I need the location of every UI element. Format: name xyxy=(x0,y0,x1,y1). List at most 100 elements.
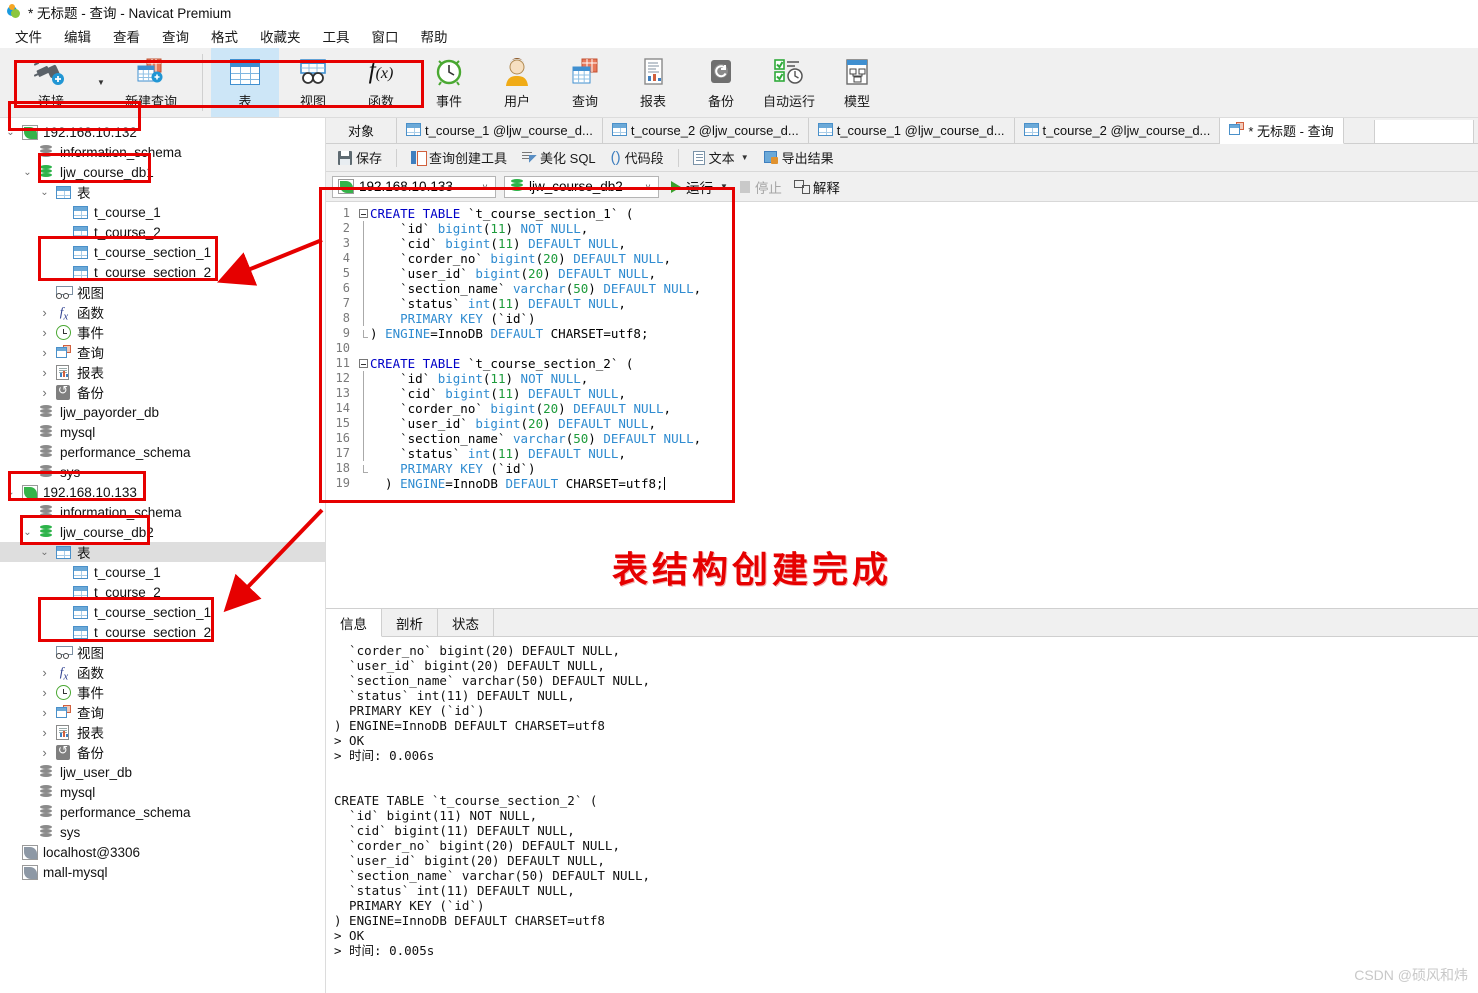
chevron-right-icon[interactable]: › xyxy=(38,725,51,740)
tree-item-information_schema[interactable]: information_schema xyxy=(0,142,325,162)
toolbar-new-query-button[interactable]: 新建查询 xyxy=(108,48,194,117)
chevron-down-icon[interactable]: ˅ xyxy=(640,182,656,192)
sql-line[interactable]: 6 `section_name` varchar(50) DEFAULT NUL… xyxy=(326,281,1478,296)
menu-item-1[interactable]: 编辑 xyxy=(53,24,102,48)
chevron-down-icon[interactable]: ⌄ xyxy=(38,187,51,198)
explain-button[interactable]: 解释 xyxy=(793,177,840,197)
sql-line[interactable]: 15 `user_id` bigint(20) DEFAULT NULL, xyxy=(326,416,1478,431)
tree-item-[interactable]: › 备份 xyxy=(0,742,325,762)
sql-line[interactable]: 3 `cid` bigint(11) DEFAULT NULL, xyxy=(326,236,1478,251)
tree-item-sys[interactable]: sys xyxy=(0,822,325,842)
tab-1[interactable]: t_course_2 @ljw_course_d... xyxy=(603,118,809,143)
toolbar-user-button[interactable]: 用户 xyxy=(483,48,551,117)
tree-item-information_schema[interactable]: information_schema xyxy=(0,502,325,522)
sql-line[interactable]: 12 `id` bigint(11) NOT NULL, xyxy=(326,371,1478,386)
tree-item-localhost3306[interactable]: localhost@3306 xyxy=(0,842,325,862)
chevron-right-icon[interactable]: › xyxy=(38,305,51,320)
editor-tab-bar[interactable]: 对象 t_course_1 @ljw_course_d... t_course_2 … xyxy=(326,118,1478,144)
tree-item-[interactable]: › 报表 xyxy=(0,362,325,382)
sql-line[interactable]: 5 `user_id` bigint(20) DEFAULT NULL, xyxy=(326,266,1478,281)
menu-item-6[interactable]: 工具 xyxy=(312,24,361,48)
tree-item-performance_schema[interactable]: performance_schema xyxy=(0,442,325,462)
tab-bar-overflow[interactable] xyxy=(1374,120,1474,143)
results-tab-2[interactable]: 状态 xyxy=(438,609,494,636)
toolbar-event-clock-button[interactable]: 事件 xyxy=(415,48,483,117)
tree-item-[interactable]: › 备份 xyxy=(0,382,325,402)
tree-item-t_course_2[interactable]: t_course_2 xyxy=(0,582,325,602)
tree-item-t_course_section_2[interactable]: t_course_section_2 xyxy=(0,262,325,282)
tree-item-t_course_section_2[interactable]: t_course_section_2 xyxy=(0,622,325,642)
tree-item-[interactable]: › fx 函数 xyxy=(0,662,325,683)
run-button[interactable]: 运行 ▼ xyxy=(671,177,728,197)
sql-line[interactable]: 17 `status` int(11) DEFAULT NULL, xyxy=(326,446,1478,461)
chevron-right-icon[interactable]: › xyxy=(38,665,51,680)
results-message-output[interactable]: `corder_no` bigint(20) DEFAULT NULL, `us… xyxy=(326,637,1478,993)
tree-item-ljw_course_db2[interactable]: ⌄ ljw_course_db2 xyxy=(0,522,325,542)
results-tab-0[interactable]: 信息 xyxy=(326,609,382,637)
sql-line[interactable]: 4 `corder_no` bigint(20) DEFAULT NULL, xyxy=(326,251,1478,266)
sql-line[interactable]: 7 `status` int(11) DEFAULT NULL, xyxy=(326,296,1478,311)
tree-item-[interactable]: › 事件 xyxy=(0,682,325,702)
connection-dropdown-caret-icon[interactable]: ▼ xyxy=(94,48,108,117)
chevron-down-icon[interactable]: ⌄ xyxy=(21,167,34,178)
toolbar-query-button[interactable]: 查询 xyxy=(551,48,619,117)
toolbar-report-button[interactable]: 报表 xyxy=(619,48,687,117)
chevron-down-icon[interactable]: ⌄ xyxy=(4,127,17,138)
text-view-button[interactable]: 文本 ▼ xyxy=(687,146,755,169)
tree-item-[interactable]: 视图 xyxy=(0,642,325,662)
query-editor-toolbar[interactable]: 保存 查询创建工具 美化 SQL () 代码段 文本 ▼ 导出结果 xyxy=(326,144,1478,172)
tree-item-performance_schema[interactable]: performance_schema xyxy=(0,802,325,822)
sql-line[interactable]: 8 PRIMARY KEY (`id`) xyxy=(326,311,1478,326)
tree-item-t_course_1[interactable]: t_course_1 xyxy=(0,562,325,582)
chevron-down-icon[interactable]: ⌄ xyxy=(38,547,51,558)
sql-line[interactable]: 16 `section_name` varchar(50) DEFAULT NU… xyxy=(326,431,1478,446)
sql-line[interactable]: 14 `corder_no` bigint(20) DEFAULT NULL, xyxy=(326,401,1478,416)
menu-item-0[interactable]: 文件 xyxy=(4,24,53,48)
tab-4[interactable]: * 无标题 - 查询 xyxy=(1220,118,1344,144)
connection-select[interactable]: 192.168.10.133 ˅ xyxy=(332,175,496,198)
tree-item-ljw_payorder_db[interactable]: ljw_payorder_db xyxy=(0,402,325,422)
sql-line[interactable]: 1 CREATE TABLE `t_course_section_1` ( xyxy=(326,206,1478,221)
sql-line[interactable]: 2 `id` bigint(11) NOT NULL, xyxy=(326,221,1478,236)
export-results-button[interactable]: 导出结果 xyxy=(758,146,840,169)
toolbar-table-grid-button[interactable]: 表 xyxy=(211,48,279,117)
tree-item-t_course_2[interactable]: t_course_2 xyxy=(0,222,325,242)
beautify-sql-button[interactable]: 美化 SQL xyxy=(516,146,602,169)
tree-item-mysql[interactable]: mysql xyxy=(0,422,325,442)
chevron-down-icon[interactable]: ⌄ xyxy=(21,527,34,538)
toolbar-backup-button[interactable]: 备份 xyxy=(687,48,755,117)
tree-item-[interactable]: › 查询 xyxy=(0,702,325,722)
tree-item-[interactable]: 视图 xyxy=(0,282,325,302)
chevron-right-icon[interactable]: › xyxy=(38,745,51,760)
menu-item-8[interactable]: 帮助 xyxy=(410,24,459,48)
menu-item-2[interactable]: 查看 xyxy=(102,24,151,48)
toolbar-automation-button[interactable]: 自动运行 xyxy=(755,48,823,117)
connection-database-selector-row[interactable]: 192.168.10.133 ˅ ljw_course_db2 ˅ 运行 ▼ 停… xyxy=(326,172,1478,202)
menu-item-5[interactable]: 收藏夹 xyxy=(249,24,312,48)
chevron-right-icon[interactable]: › xyxy=(38,705,51,720)
chevron-right-icon[interactable]: › xyxy=(38,365,51,380)
chevron-down-icon[interactable]: ⌄ xyxy=(4,487,17,498)
chevron-right-icon[interactable]: › xyxy=(38,685,51,700)
tree-item-t_course_1[interactable]: t_course_1 xyxy=(0,202,325,222)
fold-collapse-icon[interactable] xyxy=(356,359,370,368)
menu-item-3[interactable]: 查询 xyxy=(151,24,200,48)
toolbar-view-button[interactable]: 视图 xyxy=(279,48,347,117)
tree-item-ljw_course_db1[interactable]: ⌄ ljw_course_db1 xyxy=(0,162,325,182)
sql-editor[interactable]: 1 CREATE TABLE `t_course_section_1` (2 `i… xyxy=(326,206,1478,608)
tree-item-t_course_section_1[interactable]: t_course_section_1 xyxy=(0,602,325,622)
menu-item-7[interactable]: 窗口 xyxy=(361,24,410,48)
chevron-right-icon[interactable]: › xyxy=(38,325,51,340)
tree-item-19216810133[interactable]: ⌄ 192.168.10.133 xyxy=(0,482,325,502)
object-tree-sidebar[interactable]: ⌄ 192.168.10.132 information_schema ⌄ ljw_co… xyxy=(0,118,325,993)
tree-item-[interactable]: › 报表 xyxy=(0,722,325,742)
tree-item-[interactable]: › 事件 xyxy=(0,322,325,342)
tree-item-t_course_section_1[interactable]: t_course_section_1 xyxy=(0,242,325,262)
chevron-down-icon[interactable]: ˅ xyxy=(477,182,493,192)
chevron-right-icon[interactable]: › xyxy=(38,385,51,400)
tree-item-mallmysql[interactable]: mall-mysql xyxy=(0,862,325,882)
menu-item-4[interactable]: 格式 xyxy=(200,24,249,48)
tab-3[interactable]: t_course_2 @ljw_course_d... xyxy=(1015,118,1221,143)
results-tab-1[interactable]: 剖析 xyxy=(382,609,438,636)
tree-item-[interactable]: › 查询 xyxy=(0,342,325,362)
